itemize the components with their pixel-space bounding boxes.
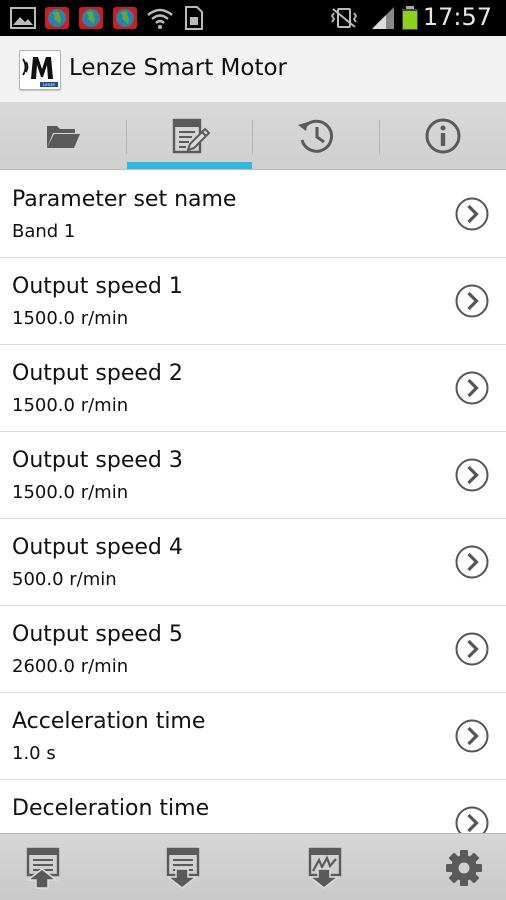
tab-bar [0, 102, 506, 170]
globe-icon [79, 7, 103, 29]
download-chart-button[interactable] [302, 846, 346, 890]
list-item-title: Deceleration time [12, 796, 210, 821]
selected-tab-indicator [127, 162, 252, 169]
list-item-title: Output speed 2 [12, 361, 183, 386]
upload-button[interactable] [20, 846, 64, 890]
list-item-value: Band 1 [12, 221, 76, 242]
list-item-output-speed-3[interactable]: Output speed 3 1500.0 r/min [0, 432, 506, 519]
list-item-title: Output speed 4 [12, 535, 183, 560]
chevron-right-circle-icon[interactable] [455, 197, 489, 231]
tab-history[interactable] [253, 102, 379, 170]
vibrate-icon [330, 8, 358, 28]
tab-files[interactable] [0, 102, 126, 170]
globe-icon [45, 7, 69, 29]
download-button[interactable] [160, 846, 204, 890]
list-item-value: 2600.0 r/min [12, 656, 129, 677]
info-icon [425, 118, 461, 154]
chevron-right-circle-icon[interactable] [455, 806, 489, 833]
lenze-smart-motor-logo-icon: Lenze [22, 57, 58, 87]
globe-icon [113, 7, 137, 29]
list-item-acceleration-time[interactable]: Acceleration time 1.0 s [0, 693, 506, 780]
list-item-title: Output speed 5 [12, 622, 183, 647]
list-item-title: Output speed 1 [12, 274, 183, 299]
app-title: Lenze Smart Motor [69, 55, 288, 81]
parameter-list[interactable]: Parameter set name Band 1 Output speed 1… [0, 171, 506, 833]
svg-text:Lenze: Lenze [43, 82, 55, 87]
download-from-device-icon [165, 847, 200, 889]
chevron-right-circle-icon[interactable] [455, 545, 489, 579]
download-chart-icon [307, 847, 342, 889]
list-item-value: 500.0 r/min [12, 569, 117, 590]
settings-button[interactable] [442, 846, 486, 890]
list-item-output-speed-1[interactable]: Output speed 1 1500.0 r/min [0, 258, 506, 345]
list-item-value: 1500.0 r/min [12, 482, 129, 503]
chevron-right-circle-icon[interactable] [455, 371, 489, 405]
list-item-value: 1500.0 r/min [12, 308, 129, 329]
sim-card-icon [185, 6, 203, 30]
list-item-title: Output speed 3 [12, 448, 183, 473]
chevron-right-circle-icon[interactable] [455, 284, 489, 318]
list-item-deceleration-time[interactable]: Deceleration time [0, 780, 506, 833]
folder-icon [47, 126, 80, 148]
chevron-right-circle-icon[interactable] [455, 719, 489, 753]
bottom-action-bar [0, 833, 506, 900]
wifi-icon [147, 8, 173, 29]
list-item-title: Parameter set name [12, 187, 237, 212]
tab-info[interactable] [380, 102, 506, 170]
upload-to-device-icon [25, 847, 60, 889]
battery-icon [402, 6, 418, 30]
chevron-right-circle-icon[interactable] [455, 632, 489, 666]
edit-parameters-icon [172, 118, 210, 154]
list-item-output-speed-4[interactable]: Output speed 4 500.0 r/min [0, 519, 506, 606]
list-item-output-speed-2[interactable]: Output speed 2 1500.0 r/min [0, 345, 506, 432]
signal-icon [372, 7, 394, 29]
history-clock-icon [298, 119, 334, 153]
app-bar: Lenze Lenze Smart Motor [0, 36, 506, 102]
image-notification-icon [10, 7, 36, 29]
list-item-value: 1.0 s [12, 743, 56, 764]
tab-parameters[interactable] [127, 102, 253, 170]
chevron-right-circle-icon[interactable] [455, 458, 489, 492]
clock-time: 17:57 [422, 3, 492, 31]
app-logo[interactable]: Lenze [19, 50, 61, 90]
settings-gear-icon [446, 850, 482, 886]
status-bar: 17:57 [0, 0, 506, 36]
list-item-title: Acceleration time [12, 709, 206, 734]
list-item-parameter-set-name[interactable]: Parameter set name Band 1 [0, 171, 506, 258]
list-item-output-speed-5[interactable]: Output speed 5 2600.0 r/min [0, 606, 506, 693]
list-item-value: 1500.0 r/min [12, 395, 129, 416]
